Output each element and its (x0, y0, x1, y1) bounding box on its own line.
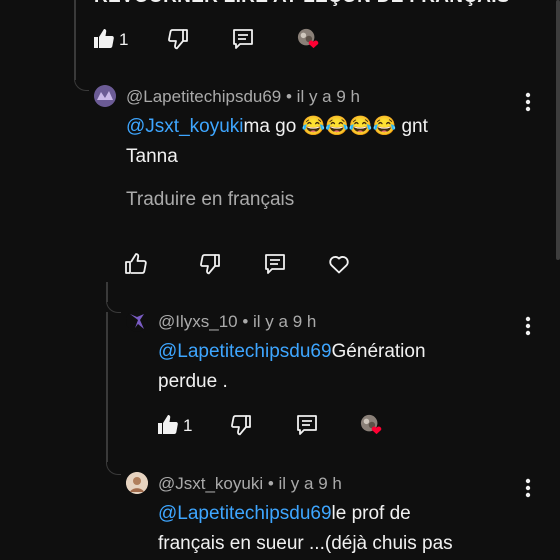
comment-text: @Jsxt_koyukima go 😂😂😂😂 gnt Tanna (126, 112, 526, 172)
comment-time: • il y a 9 h (242, 312, 317, 331)
comment-text: @Lapetitechipsdu69Génération perdue . (158, 337, 518, 397)
like-icon[interactable] (156, 413, 180, 437)
like-count: 1 (119, 30, 129, 49)
author-name[interactable]: @Ilyxs_10 (158, 312, 238, 331)
comment-time: • il y a 9 h (286, 87, 360, 106)
reply-icon[interactable] (263, 252, 287, 276)
dislike-icon[interactable] (229, 413, 253, 437)
author-name[interactable]: @Jsxt_koyuki (158, 474, 263, 493)
comment-author[interactable]: @Lapetitechipsdu69 • il y a 9 h (126, 87, 360, 107)
comment-text-line1: Génération (331, 341, 426, 362)
avatar[interactable] (94, 85, 116, 107)
comment-text-line2: perdue . (158, 371, 228, 392)
translate-link[interactable]: Traduire en français (126, 189, 294, 211)
thread-curve-sub1 (106, 290, 121, 313)
comment-text-line1: le prof de (331, 503, 411, 524)
like-count: 1 (183, 416, 193, 435)
creator-heart-avatar (297, 28, 319, 50)
reply-icon[interactable] (295, 413, 319, 437)
dislike-icon[interactable] (166, 27, 190, 51)
more-options-icon[interactable] (525, 92, 531, 112)
creator-heart-avatar (360, 414, 382, 436)
more-options-icon[interactable] (525, 478, 531, 498)
mention-link[interactable]: @Lapetitechipsdu69 (158, 341, 332, 362)
like-icon[interactable] (92, 27, 116, 51)
mention-link[interactable]: @Jsxt_koyuki (126, 116, 244, 137)
comment-author[interactable]: @Ilyxs_10 • il y a 9 h (158, 312, 316, 332)
avatar[interactable] (126, 310, 148, 332)
reply-icon[interactable] (231, 27, 255, 51)
thread-line-sub2 (106, 312, 108, 462)
avatar[interactable] (126, 472, 148, 494)
like-icon[interactable] (124, 252, 148, 276)
thread-curve-sub2 (106, 452, 121, 475)
comment-text-line2: français en sueur ...(déjà chuis pas (158, 533, 453, 554)
scrollbar[interactable] (556, 0, 560, 260)
comment-time: • il y a 9 h (267, 474, 342, 493)
dislike-icon[interactable] (198, 252, 222, 276)
comment-text: @Lapetitechipsdu69le prof de français en… (158, 499, 538, 559)
author-name[interactable]: @Lapetitechipsdu69 (126, 87, 281, 106)
mention-link[interactable]: @Lapetitechipsdu69 (158, 503, 332, 524)
heart-icon[interactable] (327, 252, 351, 276)
comment-text-line2: Tanna (126, 146, 178, 167)
comment-author[interactable]: @Jsxt_koyuki • il y a 9 h (158, 474, 342, 494)
more-options-icon[interactable] (525, 316, 531, 336)
comment-text-line1: ma go 😂😂😂😂 gnt (243, 116, 428, 137)
cut-comment-text: REVOURNER LIRE AT LEÇON DE FRANÇAIS (94, 0, 510, 8)
thread-curve-main (74, 68, 89, 91)
